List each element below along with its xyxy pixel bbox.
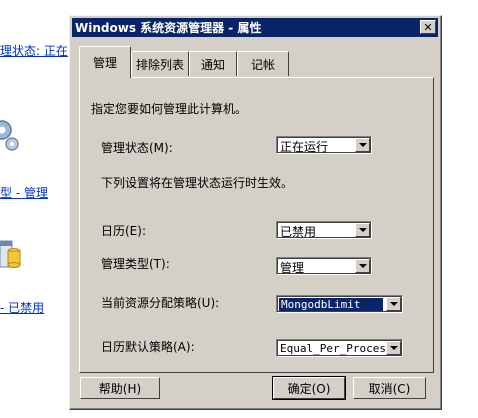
ok-button[interactable]: 确定(O) — [272, 376, 346, 400]
tab-management[interactable]: 管理 — [79, 46, 131, 78]
close-icon: ✕ — [423, 20, 433, 34]
management-status-value: 正在运行 — [280, 140, 329, 154]
chevron-down-icon[interactable] — [355, 223, 370, 237]
database-icon — [0, 239, 22, 274]
dialog-titlebar[interactable]: Windows 系统资源管理器 - 属性 ✕ — [72, 18, 438, 37]
calendar-value: 已禁用 — [280, 225, 317, 239]
tab-exclusion-list[interactable]: 排除列表 — [131, 51, 189, 76]
management-status-select[interactable]: 正在运行 — [276, 136, 372, 154]
dialog-title: Windows 系统资源管理器 - 属性 — [75, 21, 262, 35]
calendar-default-select[interactable]: Equal_Per_Process — [276, 339, 403, 357]
management-type-value: 管理 — [280, 261, 305, 275]
current-policy-value: MongodbLimit — [279, 298, 383, 311]
background-link-status[interactable]: 理状态: 正在 — [0, 42, 68, 59]
chevron-down-icon[interactable] — [386, 297, 401, 311]
current-policy-select[interactable]: MongodbLimit — [276, 295, 403, 313]
calendar-default-value: Equal_Per_Process — [280, 342, 393, 355]
tab-strip: 管理 排除列表 通知 记帐 — [79, 46, 439, 78]
help-button[interactable]: 帮助(H) — [80, 377, 160, 399]
current-policy-label: 当前资源分配策略(U): — [101, 296, 220, 310]
management-panel: 指定您要如何管理此计算机。 管理状态(M): 正在运行 下列设置将在管理状态运行… — [79, 77, 434, 373]
close-button[interactable]: ✕ — [420, 20, 436, 34]
management-type-select[interactable]: 管理 — [276, 257, 372, 275]
background-link-calendar[interactable]: - 已禁用 — [0, 299, 44, 316]
management-type-label: 管理类型(T): — [101, 257, 170, 271]
chevron-down-icon[interactable] — [386, 341, 401, 355]
settings-note: 下列设置将在管理状态运行时生效。 — [101, 176, 294, 190]
gear-icon — [0, 118, 20, 155]
properties-dialog: Windows 系统资源管理器 - 属性 ✕ 管理 排除列表 通知 记帐 指定您… — [69, 15, 442, 410]
tab-accounting[interactable]: 记帐 — [237, 51, 289, 76]
calendar-default-label: 日历默认策略(A): — [101, 340, 195, 354]
panel-intro: 指定您要如何管理此计算机。 — [91, 102, 248, 116]
chevron-down-icon[interactable] — [355, 138, 370, 152]
chevron-down-icon[interactable] — [355, 259, 370, 273]
calendar-label: 日历(E): — [101, 224, 146, 238]
background-link-type[interactable]: 型 - 管理 — [0, 184, 48, 201]
management-status-label: 管理状态(M): — [101, 141, 173, 155]
cancel-button[interactable]: 取消(C) — [353, 377, 426, 399]
tab-notification[interactable]: 通知 — [189, 51, 237, 76]
calendar-select[interactable]: 已禁用 — [276, 221, 372, 239]
